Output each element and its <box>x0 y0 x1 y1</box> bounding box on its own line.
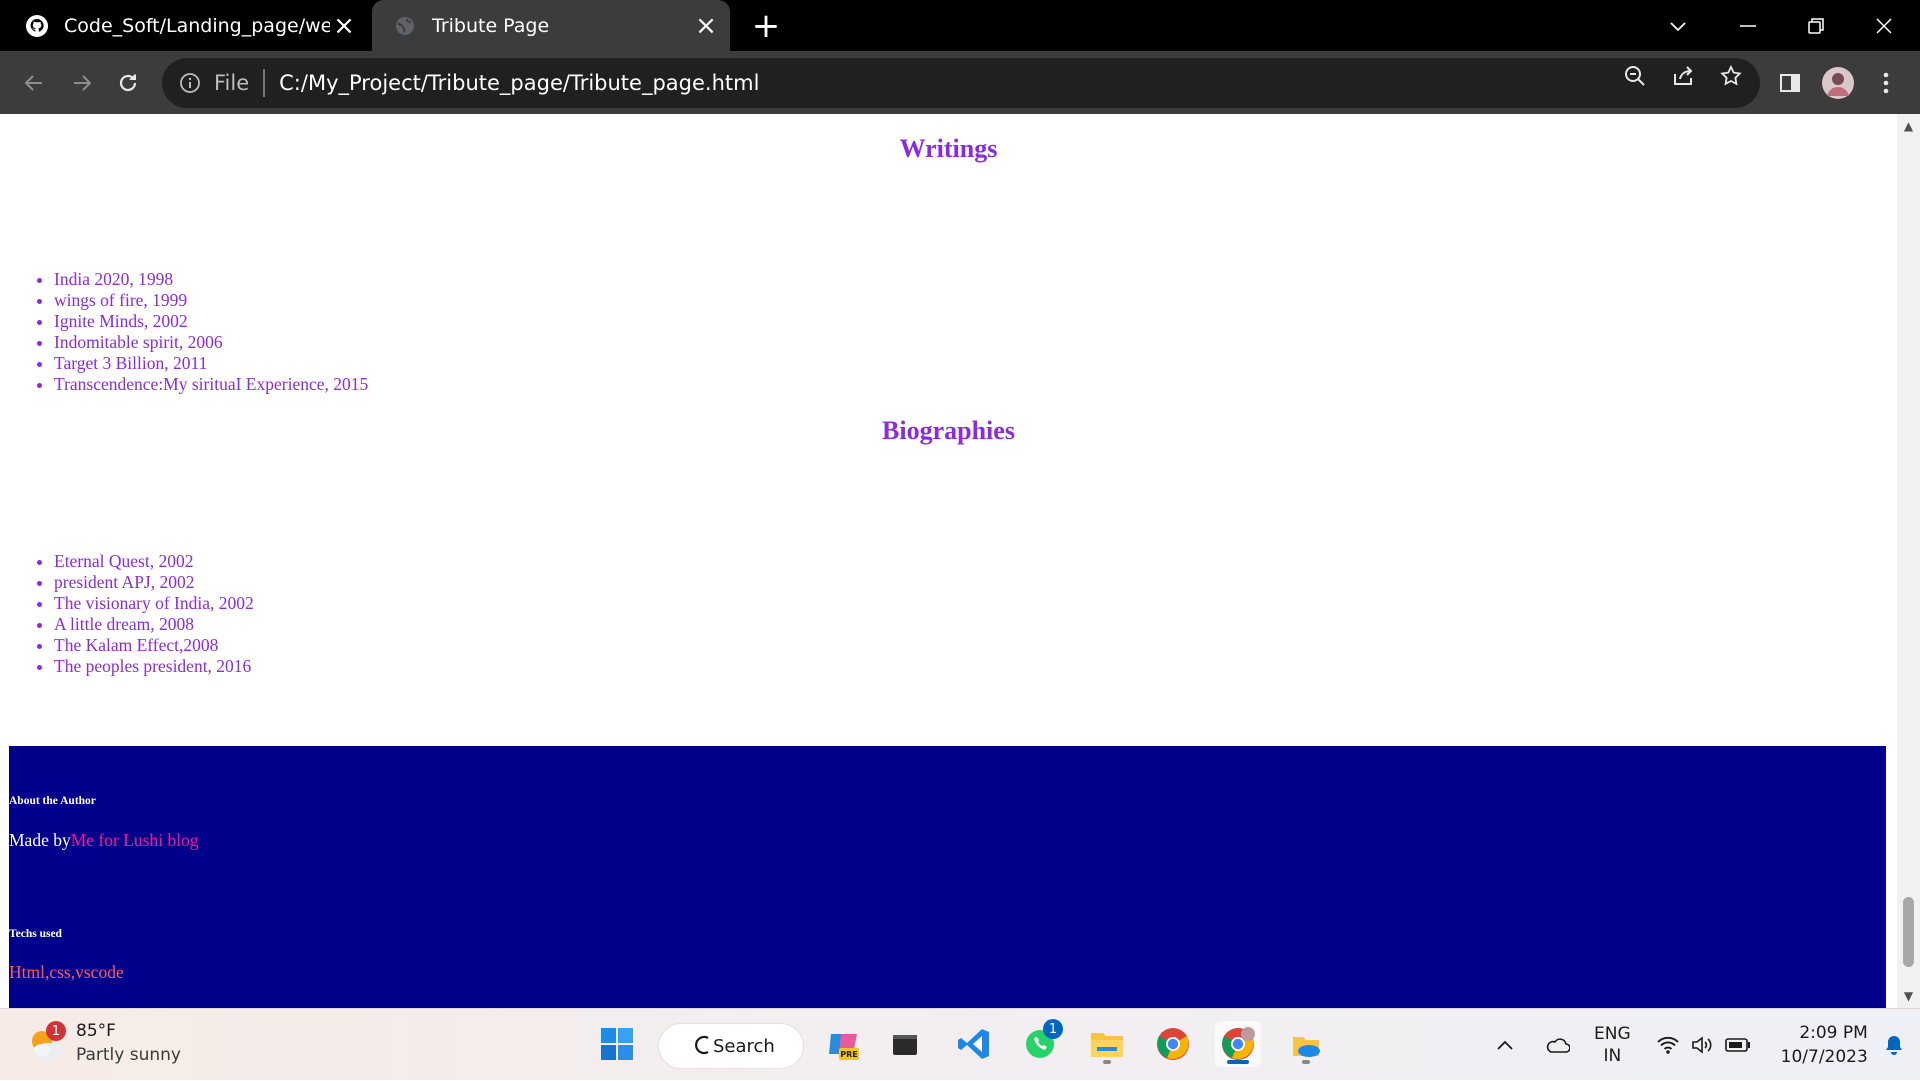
list-item: Eternal Quest, 2002 <box>54 551 254 572</box>
site-info-icon[interactable] <box>176 69 204 97</box>
minimize-icon[interactable] <box>1728 6 1768 46</box>
writings-heading: Writings <box>899 134 998 163</box>
list-item: A little dream, 2008 <box>54 614 254 635</box>
chevron-up-icon[interactable] <box>1490 1039 1520 1051</box>
techs-used-heading: Techs used <box>9 928 62 940</box>
reload-icon[interactable] <box>108 63 148 103</box>
globe-icon <box>392 13 418 39</box>
tab-search-chevron-icon[interactable] <box>1658 6 1698 46</box>
zoom-icon[interactable] <box>1620 61 1650 91</box>
windows-taskbar: 1 85°F Partly sunny Search PRE 1 ENG IN … <box>0 1008 1920 1080</box>
list-item: wings of fire, 1999 <box>54 290 368 311</box>
list-item: president APJ, 2002 <box>54 572 254 593</box>
back-arrow-icon[interactable] <box>14 63 54 103</box>
list-item: Ignite Minds, 2002 <box>54 311 368 332</box>
about-author-heading: About the Author <box>9 795 96 807</box>
list-item: India 2020, 1998 <box>54 269 368 290</box>
weather-temp: 85°F <box>76 1021 116 1041</box>
whatsapp-icon[interactable]: 1 <box>1017 1019 1063 1067</box>
list-item: The peoples president, 2016 <box>54 656 254 677</box>
github-icon <box>24 13 50 39</box>
language-line2: IN <box>1603 1046 1622 1066</box>
chrome-icon[interactable] <box>1150 1021 1196 1067</box>
close-tab-icon[interactable]: × <box>692 11 720 41</box>
clock-date: 10/7/2023 <box>1780 1047 1868 1067</box>
scroll-thumb[interactable] <box>1903 897 1914 967</box>
weather-badge: 1 <box>46 1021 66 1041</box>
copilot-preview-icon[interactable]: PRE <box>820 1021 866 1067</box>
weather-condition: Partly sunny <box>76 1045 181 1065</box>
scroll-up-icon[interactable]: ▲ <box>1897 116 1920 136</box>
notification-bell-icon[interactable] <box>1882 1034 1906 1056</box>
address-url[interactable]: C:/My_Project/Tribute_page/Tribute_page.… <box>279 71 759 95</box>
list-item: Target 3 Billion, 2011 <box>54 353 368 374</box>
scroll-down-icon[interactable]: ▼ <box>1897 986 1920 1006</box>
address-scheme: File <box>214 71 250 95</box>
tab-title: Code_Soft/Landing_page/web_S <box>64 14 330 37</box>
search-label: Search <box>713 1035 775 1057</box>
active-indicator <box>1227 1060 1249 1064</box>
list-item: The visionary of India, 2002 <box>54 593 254 614</box>
close-window-icon[interactable] <box>1864 6 1904 46</box>
page-footer: About the Author Made byMe for Lushi blo… <box>9 746 1886 1008</box>
page-viewport: Writings India 2020, 1998 wings of fire,… <box>0 114 1897 1008</box>
page-scrollbar[interactable]: ▲ ▼ <box>1897 114 1920 1008</box>
battery-icon[interactable] <box>1723 1038 1753 1052</box>
vscode-icon[interactable] <box>951 1021 997 1067</box>
file-explorer-icon[interactable] <box>1084 1021 1130 1067</box>
windows-start-icon[interactable] <box>594 1021 640 1067</box>
system-clock[interactable]: 2:09 PM 10/7/2023 <box>1781 1021 1868 1069</box>
search-icon <box>693 1034 711 1061</box>
running-indicator <box>1302 1060 1310 1064</box>
wifi-icon[interactable] <box>1655 1035 1681 1055</box>
language-indicator[interactable]: ENG IN <box>1594 1023 1631 1067</box>
side-panel-icon[interactable] <box>1770 63 1810 103</box>
terminal-icon[interactable] <box>882 1021 928 1067</box>
share-icon[interactable] <box>1668 61 1698 91</box>
restore-icon[interactable] <box>1796 6 1836 46</box>
running-indicator <box>1103 1060 1111 1064</box>
whatsapp-badge: 1 <box>1043 1019 1063 1039</box>
tab-strip: Code_Soft/Landing_page/web_S × Tribute P… <box>0 0 1920 51</box>
chrome-profile-icon[interactable] <box>1215 1021 1261 1067</box>
made-by-text: Made byMe for Lushi blog <box>9 830 199 851</box>
new-tab-icon[interactable]: + <box>748 6 784 46</box>
forward-arrow-icon[interactable] <box>62 63 102 103</box>
tab-title: Tribute Page <box>432 14 550 37</box>
made-by-label: Made by <box>9 830 71 850</box>
svg-text:PRE: PRE <box>840 1050 858 1059</box>
menu-kebab-icon[interactable] <box>1866 63 1906 103</box>
biographies-list: Eternal Quest, 2002 president APJ, 2002 … <box>0 551 254 677</box>
address-bar[interactable]: File C:/My_Project/Tribute_page/Tribute_… <box>162 58 1760 108</box>
close-tab-icon[interactable]: × <box>330 11 358 41</box>
onedrive-folder-icon[interactable] <box>1283 1021 1329 1067</box>
partly-sunny-icon: 1 <box>26 1021 66 1063</box>
tab-tribute-page[interactable]: Tribute Page × <box>372 0 730 51</box>
address-separator <box>263 69 266 97</box>
tab-code-soft[interactable]: Code_Soft/Landing_page/web_S × <box>24 0 368 51</box>
writings-list: India 2020, 1998 wings of fire, 1999 Ign… <box>0 269 368 395</box>
profile-avatar[interactable] <box>1818 63 1858 103</box>
author-blog-link[interactable]: Me for Lushi blog <box>71 830 199 850</box>
taskbar-search-box[interactable]: Search <box>658 1023 804 1069</box>
system-tray: ENG IN 2:09 PM 10/7/2023 <box>1490 1009 1906 1081</box>
browser-toolbar: File C:/My_Project/Tribute_page/Tribute_… <box>0 51 1920 114</box>
volume-icon[interactable] <box>1689 1035 1715 1055</box>
onedrive-cloud-icon[interactable] <box>1542 1036 1572 1054</box>
list-item: The Kalam Effect,2008 <box>54 635 254 656</box>
techs-used-value: Html,css,vscode <box>9 962 124 982</box>
bookmark-star-icon[interactable] <box>1716 61 1746 91</box>
clock-time: 2:09 PM <box>1799 1023 1868 1043</box>
biographies-heading: Biographies <box>882 416 1015 445</box>
weather-widget[interactable]: 1 85°F Partly sunny <box>26 1019 181 1067</box>
list-item: Transcendence:My sirituaI Experience, 20… <box>54 374 368 395</box>
language-line1: ENG <box>1594 1024 1631 1044</box>
list-item: Indomitable spirit, 2006 <box>54 332 368 353</box>
